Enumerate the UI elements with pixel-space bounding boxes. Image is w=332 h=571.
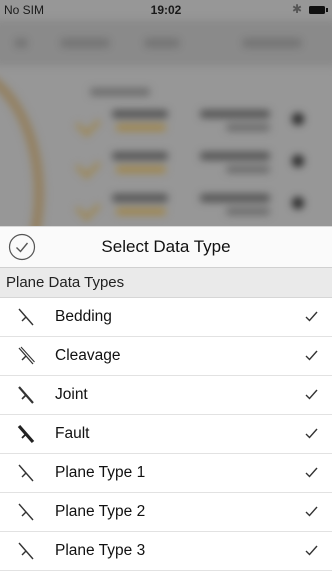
check-icon [305, 428, 318, 439]
list-item-label: Fault [55, 425, 90, 442]
plane-type-icon [18, 542, 34, 560]
check-icon [305, 467, 318, 478]
list-item-plane-type-1[interactable]: Plane Type 1 [0, 454, 332, 493]
bedding-plane-icon [18, 308, 34, 326]
bluetooth-icon: ✱ [291, 2, 302, 16]
check-icon [305, 389, 318, 400]
fault-plane-icon [17, 424, 35, 444]
plane-type-icon [18, 503, 34, 521]
data-type-sheet: Select Data Type Plane Data Types Beddin… [0, 226, 332, 571]
check-icon [305, 545, 318, 556]
list-item-joint[interactable]: Joint [0, 376, 332, 415]
list-item-label: Cleavage [55, 347, 121, 364]
section-title: Plane Data Types [6, 274, 125, 291]
list-item-cleavage[interactable]: Cleavage [0, 337, 332, 376]
background-screen [0, 0, 332, 246]
list-item-plane-type-2[interactable]: Plane Type 2 [0, 493, 332, 532]
battery-icon [309, 6, 328, 14]
list-item-plane-type-3[interactable]: Plane Type 3 [0, 532, 332, 571]
list-item-fault[interactable]: Fault [0, 415, 332, 454]
list-item-label: Plane Type 3 [55, 542, 146, 559]
plane-type-icon [18, 464, 34, 482]
check-icon [305, 506, 318, 517]
sheet-title: Select Data Type [101, 237, 231, 256]
cleavage-plane-icon [18, 346, 35, 365]
clock: 19:02 [150, 3, 182, 17]
check-icon [305, 350, 318, 361]
section-header: Plane Data Types [0, 268, 332, 298]
check-icon [305, 311, 318, 322]
list-item-label: Bedding [55, 308, 112, 325]
sheet-header: Select Data Type [0, 227, 332, 268]
status-bar: No SIM 19:02 ✱ [0, 0, 332, 20]
list-item-label: Plane Type 2 [55, 503, 146, 520]
joint-plane-icon [18, 386, 34, 404]
list-item-label: Plane Type 1 [55, 464, 146, 481]
list-item-bedding[interactable]: Bedding [0, 298, 332, 337]
list-item-label: Joint [55, 386, 88, 403]
data-type-list: Bedding Cleavage Joint Fault Plane Type … [0, 298, 332, 571]
